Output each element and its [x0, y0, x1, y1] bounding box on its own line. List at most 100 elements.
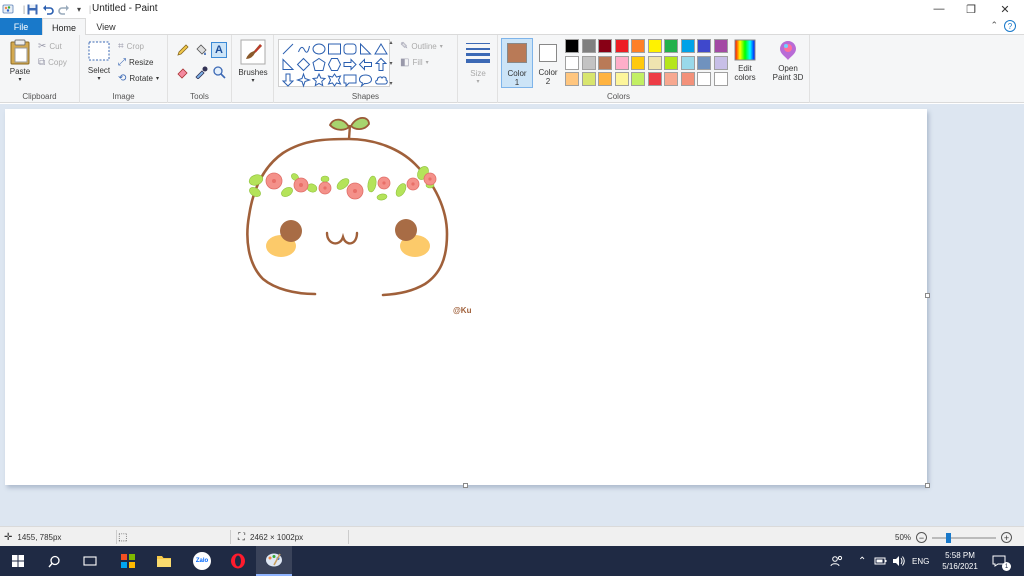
open-paint3d-button[interactable]: Open Paint 3D — [766, 39, 810, 82]
pencil-icon[interactable] — [176, 43, 190, 59]
battery-icon[interactable] — [874, 546, 888, 576]
input-language[interactable]: ENG — [912, 546, 929, 576]
shape-option[interactable] — [358, 74, 373, 88]
task-view-button[interactable] — [72, 546, 108, 576]
select-button[interactable]: Select ▾ — [86, 41, 112, 82]
palette-color-swatch[interactable] — [598, 55, 612, 70]
rotate-button[interactable]: ⟲ Rotate ▾ — [118, 73, 159, 84]
palette-color-swatch[interactable] — [680, 39, 695, 53]
resize-handle-bottom[interactable] — [463, 483, 468, 488]
magnifier-icon[interactable] — [212, 65, 226, 81]
shape-option[interactable] — [282, 43, 294, 55]
taskbar-app-file-explorer[interactable] — [146, 546, 182, 576]
close-button[interactable]: ✕ — [988, 0, 1022, 18]
palette-color-swatch[interactable] — [614, 55, 629, 70]
tab-home[interactable]: Home — [42, 18, 86, 36]
volume-icon[interactable] — [892, 546, 906, 576]
resize-handle-corner[interactable] — [925, 483, 930, 488]
shape-option[interactable] — [328, 43, 341, 55]
drawing-canvas[interactable]: @Ku — [5, 109, 927, 485]
palette-color-swatch[interactable] — [631, 72, 645, 86]
shape-option[interactable] — [295, 72, 312, 88]
eraser-icon[interactable] — [176, 65, 190, 81]
palette-color-swatch[interactable] — [697, 55, 711, 70]
expand-icon[interactable]: ▾ — [389, 80, 392, 87]
palette-color-swatch[interactable] — [581, 39, 596, 53]
palette-color-swatch[interactable] — [565, 55, 579, 70]
palette-color-swatch[interactable] — [680, 72, 695, 86]
palette-color-swatch[interactable] — [598, 72, 612, 86]
resize-button[interactable]: ⤢ Resize — [118, 57, 153, 68]
text-tool-icon[interactable]: A — [211, 42, 227, 58]
action-center-button[interactable]: 1 — [992, 546, 1011, 576]
zoom-out-button[interactable]: − — [916, 532, 928, 543]
color-picker-icon[interactable] — [194, 65, 208, 81]
palette-color-swatch[interactable] — [664, 72, 678, 86]
palette-color-swatch[interactable] — [680, 55, 695, 70]
redo-icon[interactable] — [58, 3, 70, 15]
shapes-scroll[interactable]: ▴ ▾ ▾ — [386, 39, 396, 87]
save-icon[interactable] — [26, 3, 38, 15]
shape-option[interactable] — [281, 73, 295, 87]
tab-file[interactable]: File — [0, 18, 42, 35]
start-button[interactable] — [0, 546, 36, 576]
shape-option[interactable] — [360, 42, 372, 55]
palette-color-swatch[interactable] — [614, 39, 629, 53]
outline-button[interactable]: ✎ Outline ▾ — [400, 41, 443, 52]
palette-color-swatch[interactable] — [697, 39, 711, 53]
copy-button[interactable]: ⧉ Copy — [38, 57, 67, 68]
palette-color-swatch[interactable] — [647, 55, 662, 70]
fill-button[interactable]: ◧ Fill ▾ — [400, 57, 429, 68]
palette-color-swatch[interactable] — [664, 39, 678, 53]
shape-option[interactable] — [327, 73, 342, 87]
edit-colors-button[interactable]: Edit colors — [730, 39, 760, 82]
shape-option[interactable] — [343, 58, 357, 71]
cut-button[interactable]: ✂ Cut — [38, 41, 62, 52]
shape-option[interactable] — [298, 45, 310, 53]
zoom-in-button[interactable]: + — [1001, 532, 1013, 543]
palette-color-swatch[interactable] — [631, 55, 645, 70]
color2-button[interactable]: Color 2 — [535, 38, 561, 88]
shape-option[interactable] — [327, 58, 342, 71]
palette-color-swatch[interactable] — [581, 55, 596, 70]
maximize-button[interactable]: ❐ — [954, 0, 988, 18]
palette-color-swatch[interactable] — [631, 39, 645, 53]
shape-option[interactable] — [343, 74, 357, 88]
palette-color-swatch[interactable] — [713, 55, 728, 70]
collapse-ribbon-icon[interactable]: ⌃ — [990, 20, 998, 31]
help-button[interactable]: ? — [1004, 20, 1016, 32]
show-hidden-icons-button[interactable]: ⌃ — [858, 546, 866, 576]
shapes-gallery[interactable] — [278, 39, 390, 88]
size-button[interactable]: Size ▾ — [462, 41, 494, 85]
paste-button[interactable]: Paste ▾ — [6, 39, 34, 83]
shape-option[interactable] — [358, 58, 372, 71]
shape-option[interactable] — [312, 57, 326, 71]
resize-handle-right[interactable] — [925, 293, 930, 298]
shape-option[interactable] — [374, 57, 388, 71]
scroll-down-icon[interactable]: ▾ — [389, 60, 392, 67]
palette-color-swatch[interactable] — [713, 39, 728, 53]
minimize-button[interactable]: — — [922, 0, 956, 18]
palette-color-swatch[interactable] — [581, 72, 596, 86]
palette-color-swatch[interactable] — [713, 72, 728, 86]
clock[interactable]: 5:58 PM 5/16/2021 — [936, 546, 984, 576]
color1-button[interactable]: Color 1 — [501, 38, 533, 88]
tab-view[interactable]: View — [86, 18, 126, 35]
taskbar-app-zalo[interactable]: Zalo — [184, 546, 220, 576]
crop-button[interactable]: ⌗ Crop — [118, 41, 144, 52]
shape-option[interactable] — [282, 58, 295, 70]
brushes-button[interactable]: Brushes ▾ — [236, 39, 270, 84]
zoom-slider[interactable] — [932, 532, 997, 543]
palette-color-swatch[interactable] — [565, 39, 579, 53]
zoom-slider-thumb[interactable] — [946, 532, 952, 543]
palette-color-swatch[interactable] — [647, 72, 662, 86]
palette-color-swatch[interactable] — [598, 39, 612, 53]
palette-color-swatch[interactable] — [664, 55, 678, 70]
people-icon[interactable] — [830, 546, 844, 576]
fill-bucket-icon[interactable] — [194, 43, 208, 59]
shape-option[interactable] — [343, 43, 357, 55]
search-button[interactable] — [36, 546, 72, 576]
palette-color-swatch[interactable] — [697, 72, 711, 86]
palette-color-swatch[interactable] — [565, 72, 579, 86]
undo-icon[interactable] — [42, 3, 54, 15]
